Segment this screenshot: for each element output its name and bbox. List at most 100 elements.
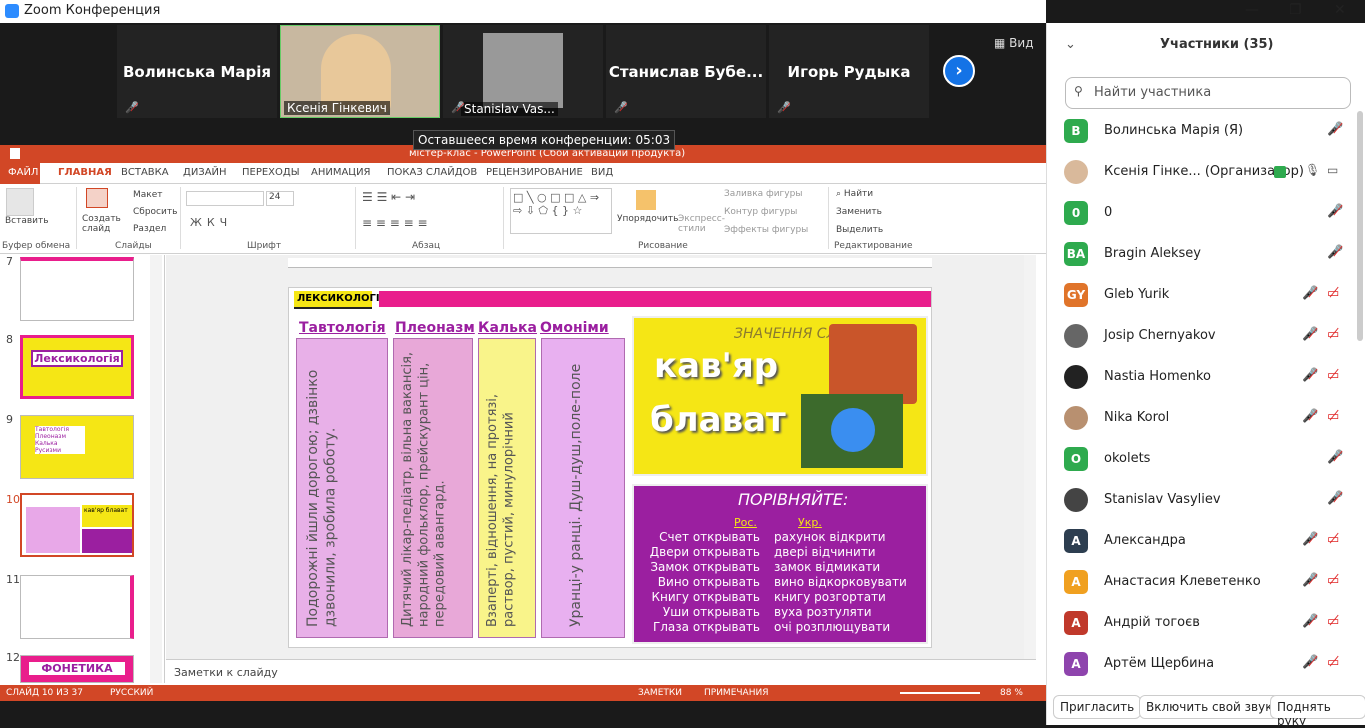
muted-mic-icon: 🎤̸ [125,101,139,114]
tab-view[interactable]: ВИД [591,167,613,178]
align-icons[interactable]: ≡ ≡ ≡ ≡ ≡ [362,216,428,230]
muted-mic-icon[interactable]: 🎤̸ [1302,532,1318,547]
video-off-icon[interactable]: ▭̸ [1327,368,1339,383]
video-icon[interactable]: ▭ [1327,163,1338,177]
font-format-buttons[interactable]: ЖКЧ [190,216,232,229]
section-button[interactable]: Раздел [133,224,166,234]
video-tile[interactable]: Волинська Марія 🎤̸ [117,25,277,118]
muted-mic-icon[interactable]: 🎤̸ [1327,122,1343,137]
participant-row[interactable]: GY Gleb Yurik 🎤̸ ▭̸ [1047,275,1352,316]
participant-row[interactable]: Nika Korol 🎤̸ ▭̸ [1047,398,1352,439]
new-slide-button[interactable]: Создать слайд [82,214,121,234]
video-tile-active[interactable]: Ксенія Гінкевич [280,25,440,118]
status-bar: СЛАЙД 10 ИЗ 37 РУССКИЙ ЗАМЕТКИ ПРИМЕЧАНИ… [0,685,1046,701]
muted-mic-icon[interactable]: 🎤̸ [1302,286,1318,301]
collapse-chevron-icon[interactable]: ⌄ [1065,37,1076,52]
participant-row[interactable]: В Волинська Марія (Я) 🎤̸ [1047,111,1352,152]
tab-insert[interactable]: ВСТАВКА [121,167,169,178]
tab-home[interactable]: ГЛАВНАЯ [58,167,112,178]
muted-mic-icon[interactable]: 🎤̸ [1327,245,1343,260]
shape-outline-button[interactable]: Контур фигуры [724,207,797,217]
tab-design[interactable]: ДИЗАЙН [183,167,227,178]
invite-button[interactable]: Пригласить [1053,695,1142,719]
view-button[interactable]: ▦ Вид [994,36,1033,50]
muted-mic-icon[interactable]: 🎤̸ [1327,450,1343,465]
language-indicator[interactable]: РУССКИЙ [110,688,153,698]
list-icons[interactable]: ☰ ☰ ⇤ ⇥ [362,190,415,204]
tab-animation[interactable]: АНИМАЦИЯ [311,167,371,178]
muted-mic-icon[interactable]: 🎤̸ [1327,491,1343,506]
participant-row[interactable]: Ксенія Гінке... (Организатор) 🎙 ▭ [1047,152,1352,193]
participants-scrollbar[interactable] [1357,111,1363,341]
comments-toggle[interactable]: ПРИМЕЧАНИЯ [704,688,768,698]
video-off-icon[interactable]: ▭̸ [1327,573,1339,588]
video-tile[interactable]: Игорь Рудыка 🎤̸ [769,25,929,118]
reset-button[interactable]: Сбросить [133,207,177,217]
tab-file[interactable]: ФАЙЛ [8,167,38,178]
mic-icon[interactable]: 🎙 [1305,163,1320,177]
header-tautology: Тавтологія [299,320,386,336]
slide-scrollbar[interactable] [1024,255,1036,659]
video-tile[interactable]: Stanislav Vas... 🎤̸ [443,25,603,118]
font-name-input[interactable] [186,191,264,206]
slide-thumb[interactable]: Лексикологія [20,335,134,399]
muted-mic-icon[interactable]: 🎤̸ [1302,573,1318,588]
tab-slideshow[interactable]: ПОКАЗ СЛАЙДОВ [387,167,477,178]
next-page-button[interactable]: › [943,55,975,87]
participant-row[interactable]: Nastia Homenko 🎤̸ ▭̸ [1047,357,1352,398]
notes-toggle[interactable]: ЗАМЕТКИ [638,688,682,698]
close-button[interactable]: ✕ [1334,2,1346,18]
muted-mic-icon[interactable]: 🎤̸ [1302,327,1318,342]
layout-button[interactable]: Макет [133,190,163,200]
slide-thumb[interactable] [20,575,134,639]
select-button[interactable]: Выделить [836,225,883,235]
arrange-button[interactable]: Упорядочить [617,214,678,224]
participant-search-input[interactable]: Найти участника [1065,77,1351,109]
paste-button[interactable]: Вставить [5,216,49,226]
thumbs-scrollbar[interactable] [150,255,162,683]
tab-review[interactable]: РЕЦЕНЗИРОВАНИЕ [486,167,583,178]
shape-fill-button[interactable]: Заливка фигуры [724,189,802,199]
tab-transitions[interactable]: ПЕРЕХОДЫ [242,167,300,178]
unmute-button[interactable]: Включить свой звук [1139,695,1280,719]
video-off-icon[interactable]: ▭̸ [1327,327,1339,342]
zoom-slider[interactable] [900,692,980,694]
restore-button[interactable]: ❐ [1289,2,1302,18]
participant-row[interactable]: А Александра 🎤̸ ▭̸ [1047,521,1352,562]
muted-mic-icon[interactable]: 🎤̸ [1327,204,1343,219]
video-off-icon[interactable]: ▭̸ [1327,614,1339,629]
muted-mic-icon[interactable]: 🎤̸ [1302,614,1318,629]
zoom-level[interactable]: 88 % [1000,688,1023,698]
raise-hand-button[interactable]: Поднять руку [1270,695,1365,728]
shape-effects-button[interactable]: Эффекты фигуры [724,225,808,235]
participant-row[interactable]: А Артём Щербина 🎤̸ ▭̸ [1047,644,1352,685]
participant-row[interactable]: А Анастасия Клеветенко 🎤̸ ▭̸ [1047,562,1352,603]
muted-mic-icon[interactable]: 🎤̸ [1302,655,1318,670]
slide-thumb[interactable]: Тавтологія Плеоназм Калька Русизми [20,415,134,479]
video-tile[interactable]: Станислав Бубе... 🎤̸ [606,25,766,118]
find-button[interactable]: ⌕ Найти [836,189,873,199]
quick-styles-button[interactable]: Экспресс-стили [678,214,725,234]
participant-row[interactable]: 0 0 🎤̸ [1047,193,1352,234]
slide-thumb[interactable]: ФОНЕТИКА [20,655,134,683]
participant-row[interactable]: А Андрій тогоєв 🎤̸ ▭̸ [1047,603,1352,644]
muted-mic-icon[interactable]: 🎤̸ [1302,409,1318,424]
slide-thumb-selected[interactable]: кав'яр блават [20,493,134,557]
video-off-icon[interactable]: ▭̸ [1327,286,1339,301]
participant-row[interactable]: Ookolets 🎤̸ [1047,439,1352,480]
slide-thumb[interactable] [20,257,134,321]
participant-row[interactable]: Stanislav Vasyliev 🎤̸ [1047,480,1352,521]
participant-row[interactable]: Josip Chernyakov 🎤̸ ▭̸ [1047,316,1352,357]
divider [503,187,504,249]
shapes-gallery[interactable]: □ ╲ ○ □ □ △ ⇒ ⇨ ⇩ ⬠ { } ☆ [510,188,612,234]
video-off-icon[interactable]: ▭̸ [1327,655,1339,670]
replace-button[interactable]: Заменить [836,207,882,217]
video-off-icon[interactable]: ▭̸ [1327,532,1339,547]
participant-row[interactable]: BA Bragin Aleksey 🎤̸ [1047,234,1352,275]
minimize-button[interactable]: — [1245,2,1259,18]
muted-mic-icon[interactable]: 🎤̸ [1302,368,1318,383]
notes-pane[interactable]: Заметки к слайду [166,659,1036,685]
font-size-input[interactable]: 24 [266,191,294,206]
avatar: А [1064,611,1088,635]
video-off-icon[interactable]: ▭̸ [1327,409,1339,424]
